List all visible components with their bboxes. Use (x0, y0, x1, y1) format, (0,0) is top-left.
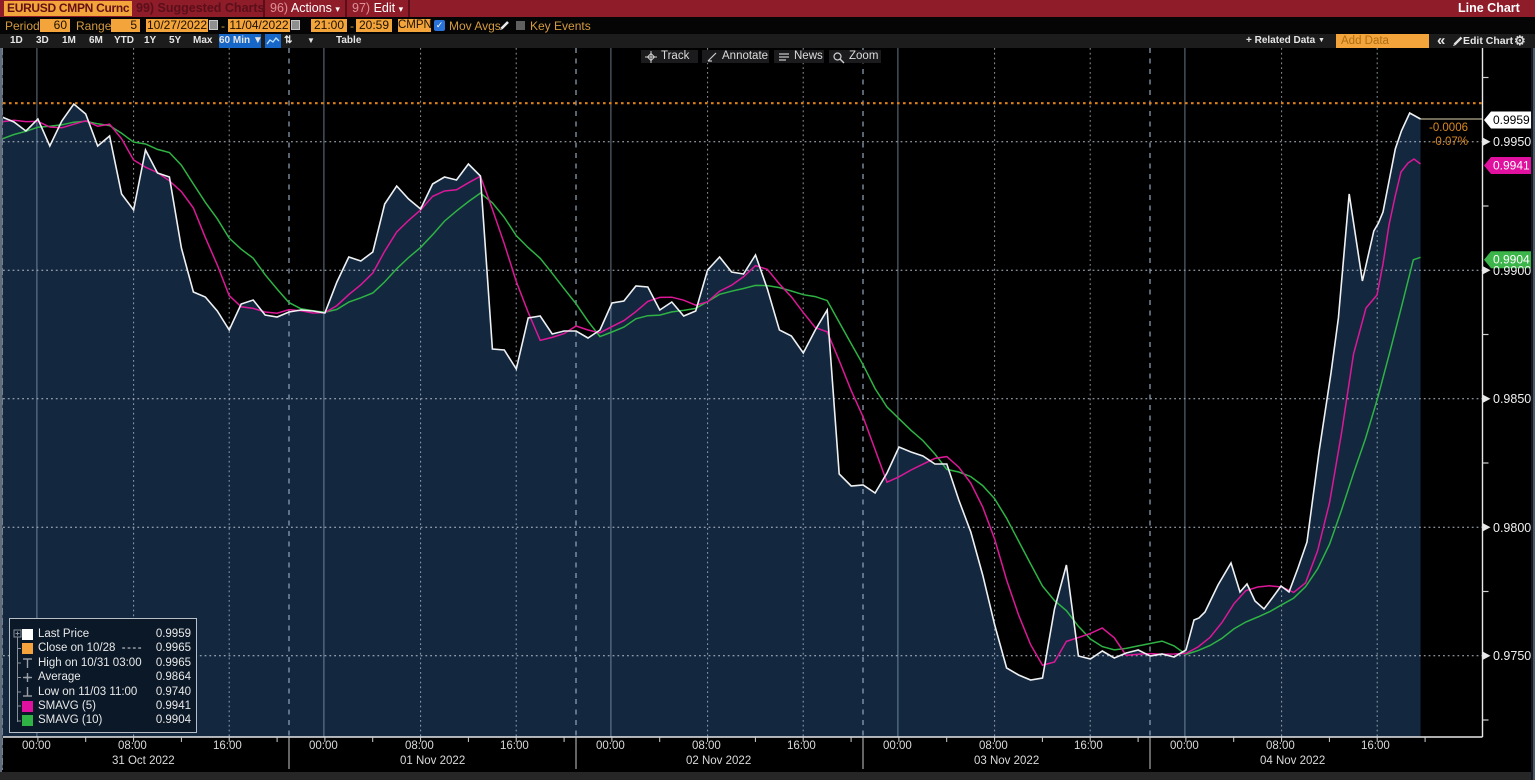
svg-text:0.9959: 0.9959 (1493, 113, 1530, 127)
svg-text:0.9941: 0.9941 (1493, 159, 1530, 173)
